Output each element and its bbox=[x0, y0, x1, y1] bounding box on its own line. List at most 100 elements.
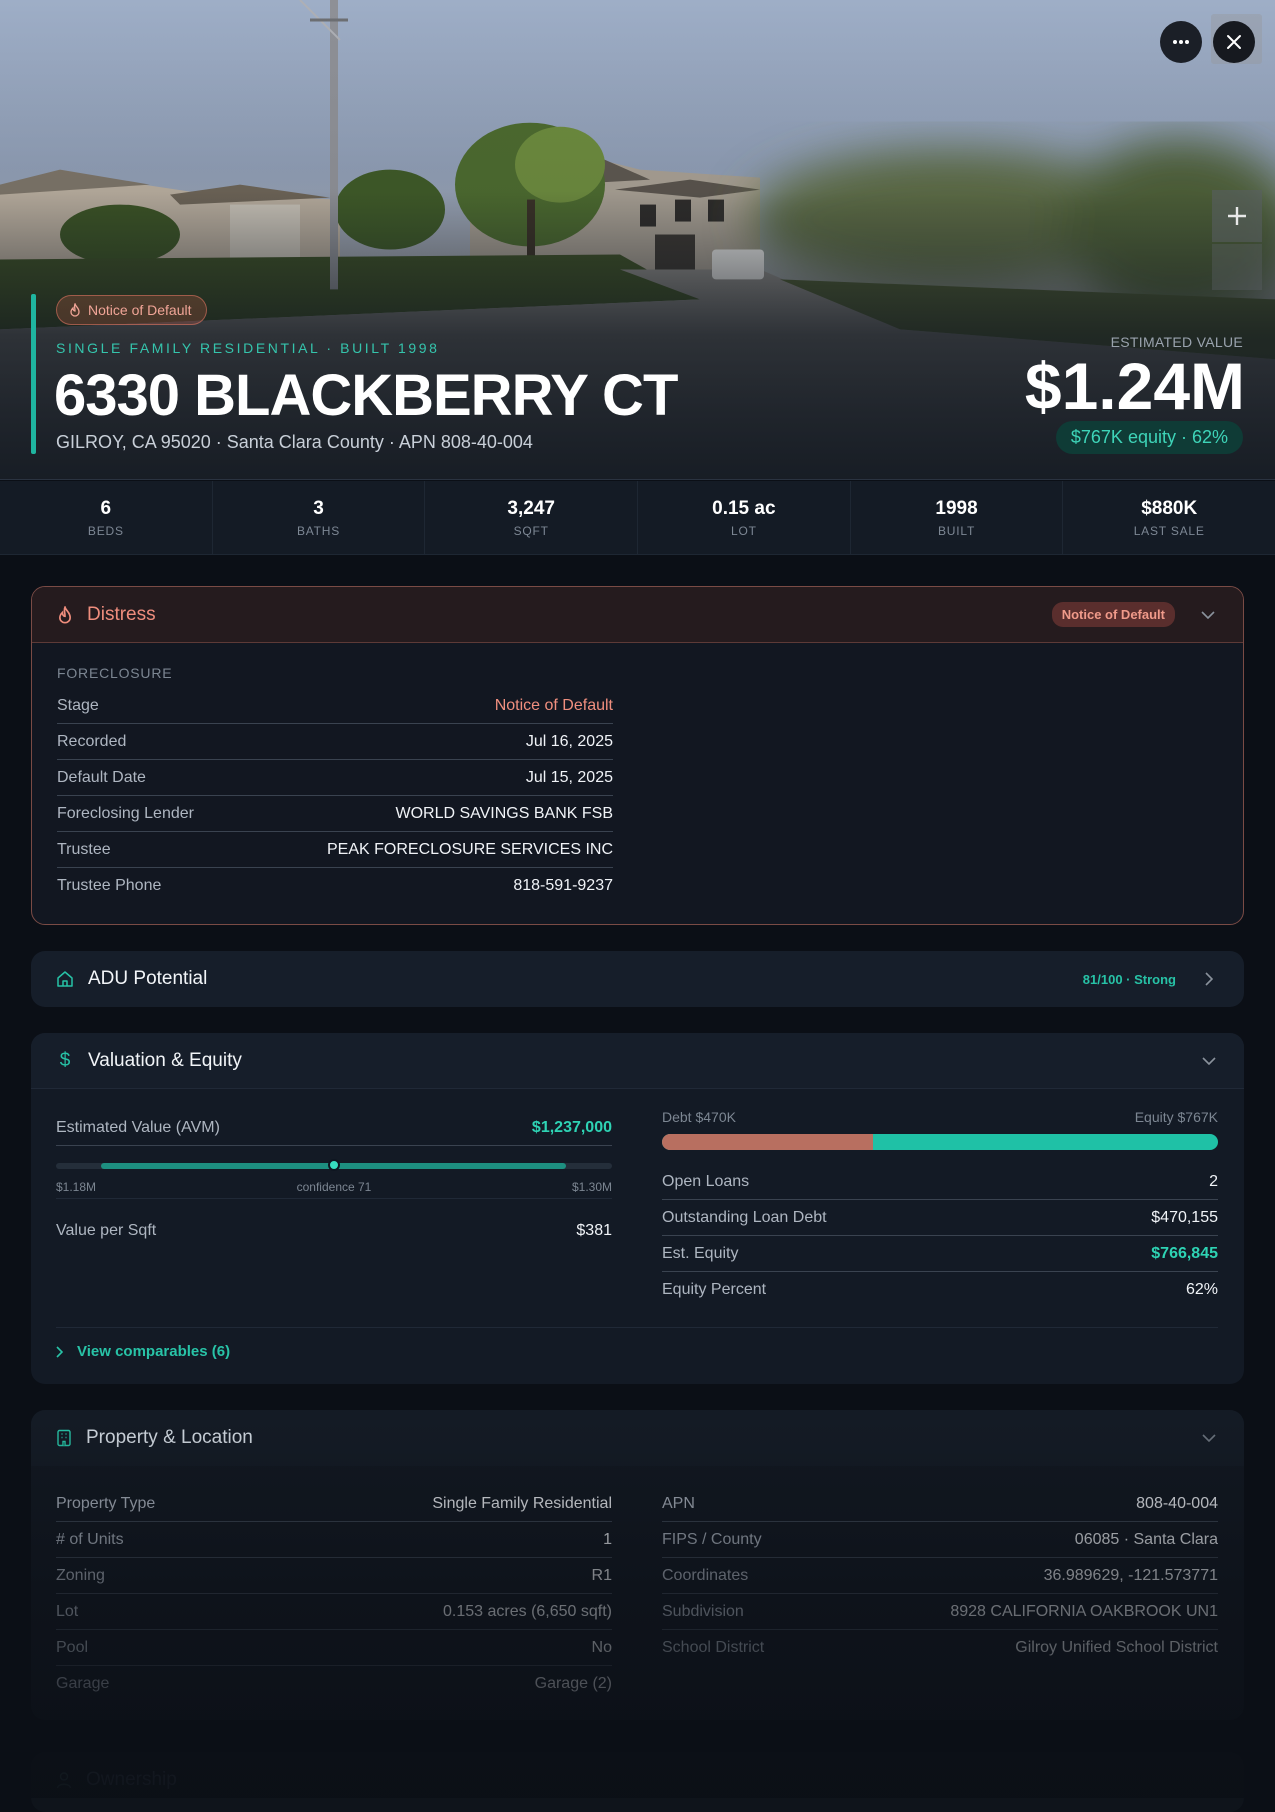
stat-built: 1998 BUILT bbox=[851, 481, 1064, 554]
property-hero: Notice of Default SINGLE FAMILY RESIDENT… bbox=[0, 0, 1275, 480]
stat-value: 3 bbox=[313, 497, 324, 519]
divider bbox=[56, 1198, 612, 1199]
stat-baths: 3 BATHS bbox=[213, 481, 426, 554]
distress-status-pill: Notice of Default bbox=[56, 295, 207, 325]
foreclosure-section-label: FORECLOSURE bbox=[57, 665, 173, 681]
property-location-card: Property & Location Property Type Single … bbox=[31, 1410, 1244, 1720]
detail-key: Trustee bbox=[57, 840, 111, 858]
detail-row: School District Gilroy Unified School Dis… bbox=[662, 1630, 1218, 1666]
adu-potential-card[interactable]: ADU Potential 81/100 · Strong bbox=[31, 951, 1244, 1007]
chevron-right-icon[interactable] bbox=[1200, 970, 1218, 988]
detail-key: APN bbox=[662, 1494, 695, 1512]
stat-last-sale: $880K LAST SALE bbox=[1063, 481, 1275, 554]
hero-accent-bar bbox=[31, 294, 36, 454]
loan-details: Open Loans 2 Outstanding Loan Debt $470,15… bbox=[662, 1164, 1218, 1308]
stat-value: 0.15 ac bbox=[712, 497, 776, 519]
distress-card-header[interactable]: Distress Notice of Default bbox=[32, 587, 1243, 643]
ownership-title: Ownership bbox=[86, 1769, 177, 1790]
valuation-title: Valuation & Equity bbox=[88, 1049, 242, 1071]
ellipsis-icon bbox=[1173, 40, 1189, 44]
foreclosure-details: Stage Notice of Default Recorded Jul 16, 2… bbox=[57, 688, 613, 904]
detail-row: Default Date Jul 15, 2025 bbox=[57, 760, 613, 796]
detail-value: Jul 16, 2025 bbox=[525, 732, 613, 750]
detail-row: Property Type Single Family Residential bbox=[56, 1486, 612, 1522]
view-comparables-link[interactable]: View comparables (6) bbox=[56, 1343, 230, 1360]
close-icon bbox=[1227, 35, 1241, 49]
flame-icon bbox=[59, 605, 71, 623]
property-card-header[interactable]: Property & Location bbox=[31, 1410, 1244, 1466]
detail-row: Pool No bbox=[56, 1630, 612, 1666]
detail-key: Stage bbox=[57, 696, 99, 714]
detail-row: Lot 0.153 acres (6,650 sqft) bbox=[56, 1594, 612, 1630]
plus-icon bbox=[1228, 207, 1246, 225]
detail-value: 06085 · Santa Clara bbox=[1074, 1530, 1218, 1548]
debt-equity-labels: Debt $470K Equity $767K bbox=[662, 1109, 1218, 1125]
more-options-button[interactable] bbox=[1160, 21, 1202, 63]
detail-value: Single Family Residential bbox=[432, 1494, 612, 1512]
adu-card-header[interactable]: ADU Potential 81/100 · Strong bbox=[31, 951, 1244, 1007]
zoom-in-button[interactable] bbox=[1212, 190, 1262, 242]
stat-value: $880K bbox=[1141, 497, 1198, 519]
detail-row: Outstanding Loan Debt $470,155 bbox=[662, 1200, 1218, 1236]
distress-status-label: Notice of Default bbox=[88, 302, 192, 318]
detail-row: Equity Percent 62% bbox=[662, 1272, 1218, 1308]
detail-row: APN 808-40-004 bbox=[662, 1486, 1218, 1522]
range-marker bbox=[328, 1159, 340, 1171]
detail-value: 1 bbox=[603, 1530, 612, 1548]
detail-row: Recorded Jul 16, 2025 bbox=[57, 724, 613, 760]
detail-value: $1,237,000 bbox=[531, 1118, 612, 1136]
detail-key: Zoning bbox=[56, 1566, 105, 1584]
detail-value: R1 bbox=[591, 1566, 612, 1584]
distress-card: Distress Notice of Default FORECLOSURE S… bbox=[31, 586, 1244, 925]
detail-key: Equity Percent bbox=[662, 1281, 767, 1298]
property-kicker: SINGLE FAMILY RESIDENTIAL · BUILT 1998 bbox=[56, 340, 440, 356]
chevron-right-icon bbox=[56, 1345, 63, 1358]
chevron-down-icon[interactable] bbox=[1200, 1429, 1218, 1447]
range-high-label: $1.30M bbox=[571, 1180, 612, 1194]
detail-value: 62% bbox=[1185, 1281, 1218, 1298]
detail-key: Trustee Phone bbox=[57, 877, 162, 894]
detail-value: $470,155 bbox=[1151, 1208, 1218, 1226]
stat-label: LAST SALE bbox=[1133, 523, 1205, 538]
property-stats: 6 BEDS 3 BATHS 3,247 SQFT 0.15 ac LOT 19… bbox=[0, 481, 1275, 555]
detail-row: # of Units 1 bbox=[56, 1522, 612, 1558]
stat-label: BUILT bbox=[937, 523, 976, 538]
detail-value: 808-40-004 bbox=[1136, 1494, 1218, 1512]
detail-key: Garage bbox=[56, 1675, 110, 1692]
detail-key: Value per Sqft bbox=[56, 1222, 157, 1239]
zoom-out-button[interactable] bbox=[1212, 244, 1262, 290]
detail-row: Trustee Phone 818-591-9237 bbox=[57, 868, 613, 904]
detail-row: Zoning R1 bbox=[56, 1558, 612, 1594]
chevron-down-icon[interactable] bbox=[1200, 1052, 1218, 1070]
stat-label: BEDS bbox=[87, 523, 124, 538]
close-button[interactable] bbox=[1213, 21, 1255, 63]
valuation-card-header[interactable]: $ Valuation & Equity bbox=[31, 1033, 1244, 1089]
stat-label: BATHS bbox=[296, 523, 341, 538]
detail-value: PEAK FORECLOSURE SERVICES INC bbox=[327, 840, 613, 858]
chevron-down-icon[interactable] bbox=[1199, 606, 1217, 624]
stat-value: 6 bbox=[100, 497, 112, 519]
detail-value: Notice of Default bbox=[494, 696, 613, 714]
detail-row: Trustee PEAK FORECLOSURE SERVICES INC bbox=[57, 832, 613, 868]
detail-value: Gilroy Unified School District bbox=[1015, 1639, 1218, 1656]
detail-key: Outstanding Loan Debt bbox=[662, 1208, 827, 1226]
detail-key: Property Type bbox=[56, 1494, 156, 1512]
detail-key: Coordinates bbox=[662, 1566, 749, 1584]
detail-value: Garage (2) bbox=[534, 1675, 612, 1692]
detail-row: Foreclosing Lender WORLD SAVINGS BANK FSB bbox=[57, 796, 613, 832]
ownership-card-header[interactable]: Ownership bbox=[31, 1752, 1244, 1808]
stat-value: 1998 bbox=[935, 497, 978, 519]
user-icon bbox=[56, 1772, 72, 1789]
detail-value: 36.989629, -121.573771 bbox=[1043, 1566, 1218, 1584]
detail-row: FIPS / County 06085 · Santa Clara bbox=[662, 1522, 1218, 1558]
estimated-value: $1.24M bbox=[1024, 349, 1245, 423]
detail-key: Recorded bbox=[57, 732, 127, 750]
avm-row: Estimated Value (AVM) $1,237,000 bbox=[56, 1110, 612, 1146]
range-confidence-label: confidence 71 bbox=[296, 1180, 372, 1194]
property-details-left: Property Type Single Family Residential #… bbox=[56, 1486, 612, 1702]
stat-sqft: 3,247 SQFT bbox=[425, 481, 639, 554]
avm-range: $1.18M confidence 71 $1.30M bbox=[56, 1153, 612, 1209]
detail-value: 2 bbox=[1209, 1172, 1218, 1190]
flame-icon bbox=[70, 303, 80, 317]
view-comparables-label: View comparables (6) bbox=[77, 1343, 231, 1360]
